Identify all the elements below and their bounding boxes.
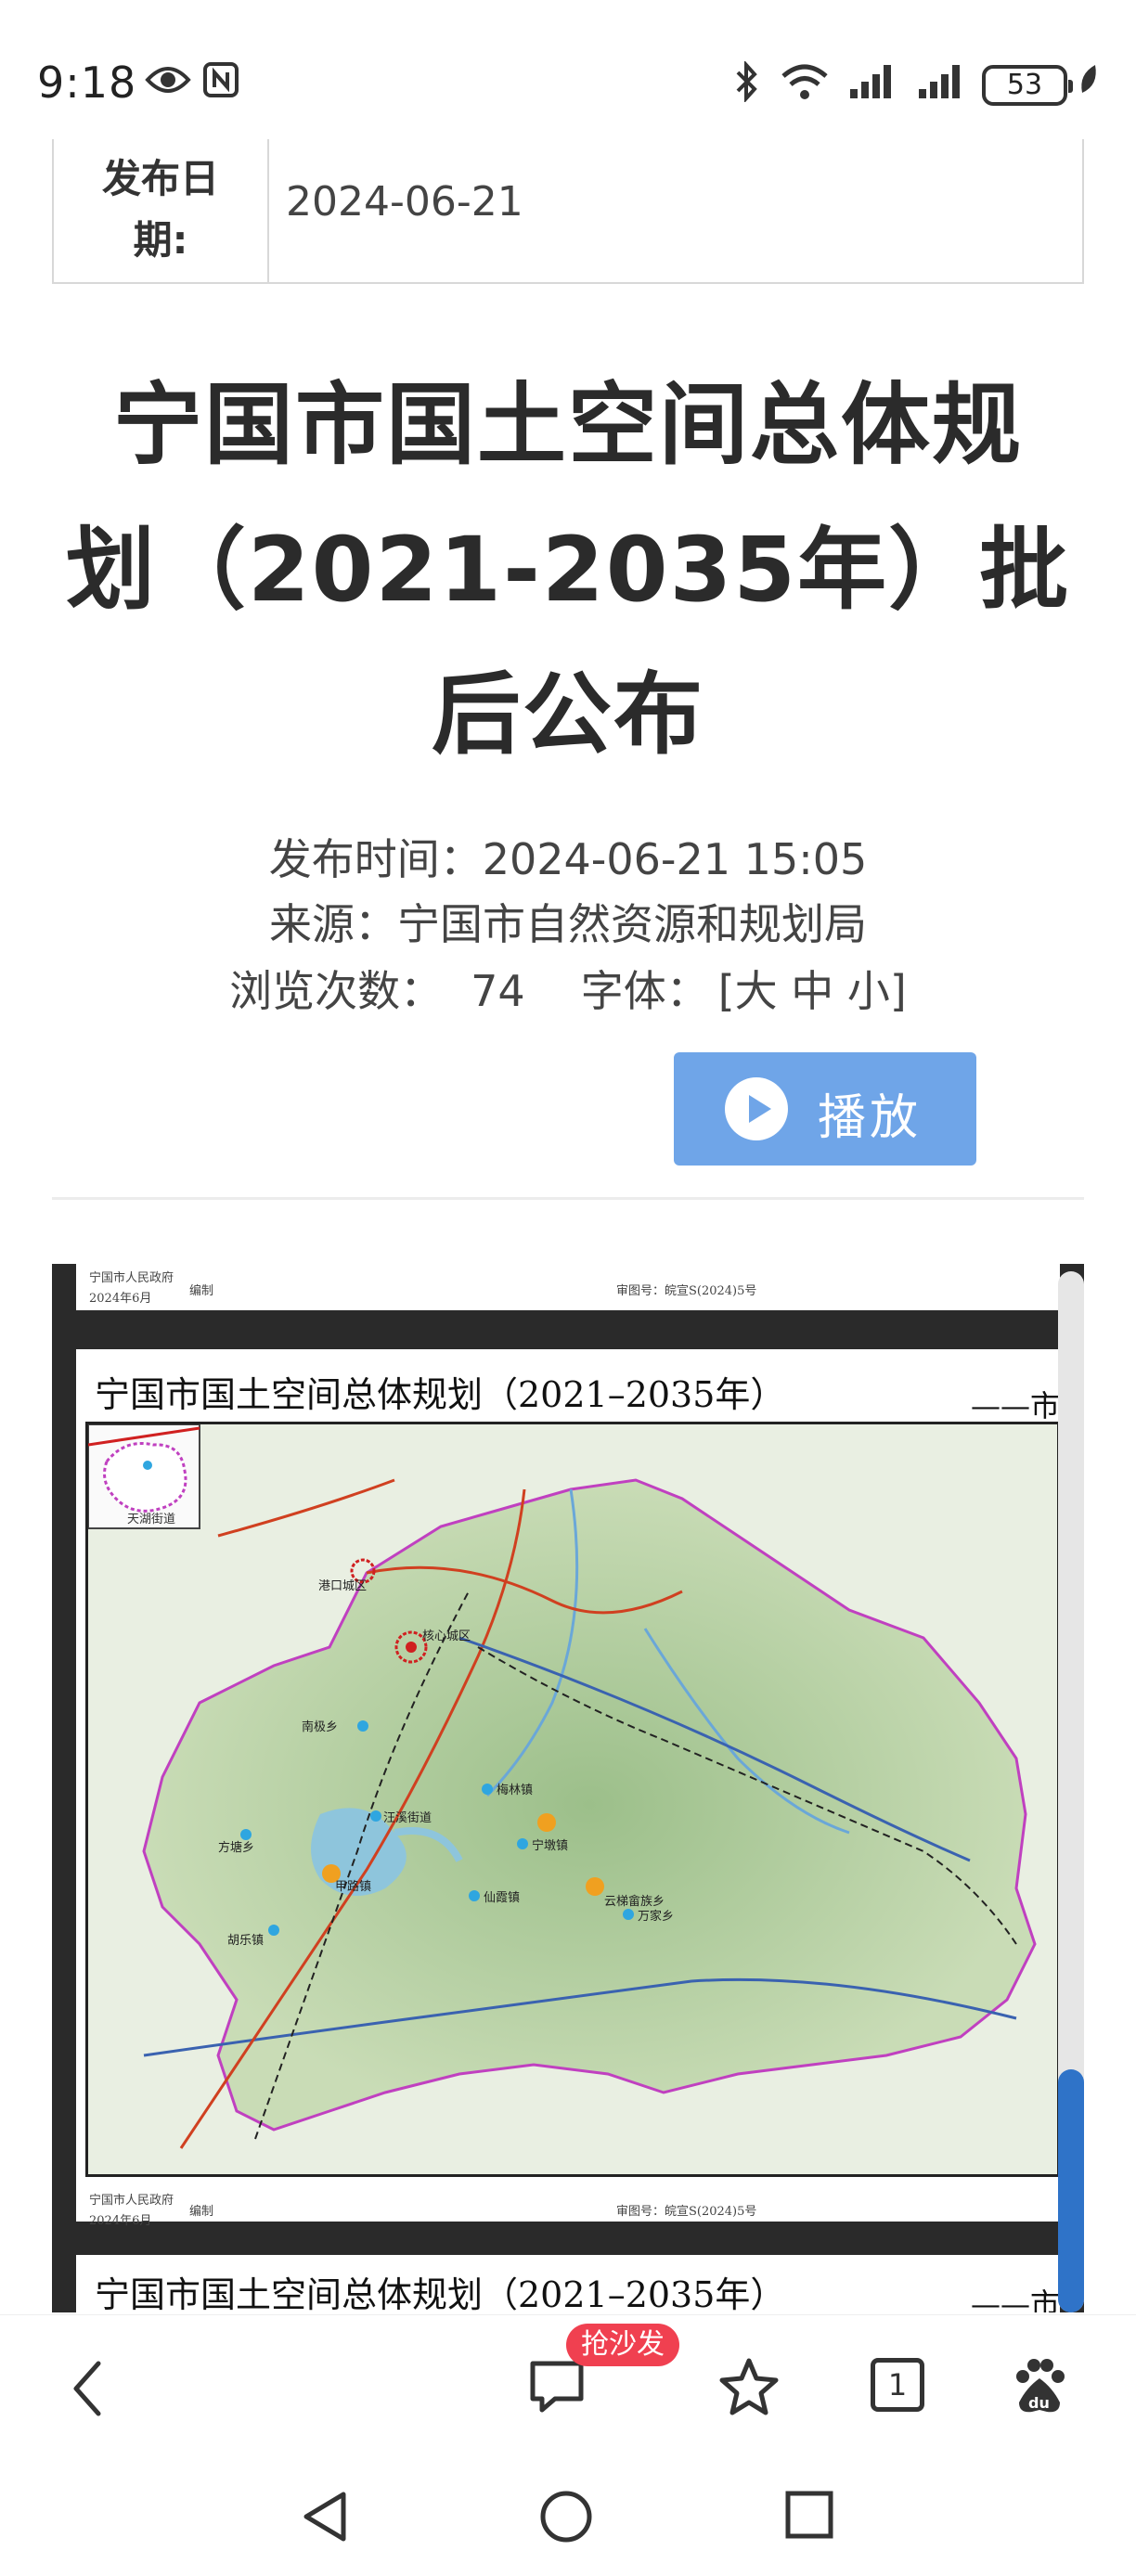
back-icon[interactable] — [65, 2356, 111, 2421]
play-button[interactable]: 播放 — [674, 1052, 976, 1166]
status-bar: 9:18 53 — [0, 0, 1136, 139]
title-line: 划（2021-2035年）批 — [65, 518, 1071, 622]
inset-label: 天湖街道 — [127, 1513, 175, 1526]
source: 来源：宁国市自然资源和规划局 — [269, 899, 867, 949]
divider — [52, 1197, 1084, 1200]
map-label: 云梯畲族乡 — [604, 1894, 665, 1909]
nav-back-icon[interactable] — [299, 2489, 351, 2544]
baidu-paw-icon[interactable]: du — [1010, 2356, 1069, 2417]
image-scrollbar[interactable] — [1058, 1271, 1084, 2312]
map-image[interactable]: 宁国市人民政府 2024年6月 编制 审图号：皖宣S(2024)5号 宁国市国土… — [52, 1264, 1084, 2312]
publish-date-value: 2024-06-21 — [286, 178, 523, 225]
play-icon — [725, 1077, 788, 1140]
svg-text:du: du — [1028, 2394, 1050, 2412]
page-title: 宁国市国土空间总体规 划（2021-2035年）批 后公布 — [37, 353, 1099, 787]
map-label: 宁墩镇 — [532, 1838, 568, 1853]
comment-icon[interactable] — [527, 2356, 587, 2417]
map-sheet-2: 宁国市国土空间总体规划（2021–2035年） ——市 — [76, 2255, 1060, 2312]
leaf-icon — [1081, 65, 1096, 93]
map-drawing: 天湖街道 港口城区 核心城区 梅林镇 汪溪街道 宁墩镇 甲路镇 仙霞镇 万家乡 … — [88, 1424, 1057, 2174]
map-label: 港口城区 — [318, 1579, 367, 1593]
comment-badge[interactable]: 抢沙发 — [566, 2324, 679, 2366]
signal-icon — [919, 65, 960, 98]
map-sheet-header: 宁国市人民政府 2024年6月 编制 审图号：皖宣S(2024)5号 — [76, 1264, 1060, 1310]
play-label: 播放 — [818, 1090, 923, 1146]
map-label: 汪溪街道 — [383, 1811, 432, 1825]
title-line: 后公布 — [432, 663, 704, 766]
map-footer-org: 宁国市人民政府 — [89, 2194, 174, 2208]
map-title-2-right: ——市 — [970, 2286, 1060, 2312]
map-label: 核心城区 — [422, 1629, 471, 1643]
system-nav-bar — [0, 2455, 1136, 2576]
tab-count: 1 — [887, 2367, 908, 2402]
map-label: 万家乡 — [638, 1909, 674, 1924]
map-label: 方塘乡 — [218, 1840, 254, 1855]
title-line: 宁国市国土空间总体规 — [113, 373, 1023, 477]
nav-home-icon[interactable] — [538, 2489, 594, 2544]
wifi-icon — [781, 64, 828, 99]
map-footer-date: 2024年6月 — [89, 2214, 152, 2228]
clock: 9:18 — [37, 58, 137, 108]
map-label: 梅林镇 — [497, 1784, 533, 1797]
font-label: 字体： — [580, 966, 709, 1016]
scroll-thumb[interactable] — [1058, 2069, 1084, 2312]
map-title-2: 宁国市国土空间总体规划（2021–2035年） — [95, 2274, 786, 2312]
battery-icon: 53 — [982, 65, 1073, 106]
map-sheet: 宁国市国土空间总体规划（2021–2035年） ——市 天湖街道 港口城区 核心… — [76, 1349, 1060, 2228]
map-date: 2024年6月 — [89, 1292, 152, 1306]
map-label: 南极乡 — [302, 1719, 338, 1734]
meta-views-font: 浏览次数： 74 字体： [大 中 小] — [0, 958, 1136, 1019]
map-footer-compiled: 编制 — [189, 2205, 214, 2219]
star-icon[interactable] — [718, 2356, 780, 2417]
map-compiled: 编制 — [189, 1284, 214, 1298]
font-size-options[interactable]: [大 中 小] — [718, 966, 907, 1016]
map-title-right: ——市 — [970, 1388, 1060, 1423]
map-org: 宁国市人民政府 — [89, 1271, 174, 1285]
battery-level: 53 — [1006, 69, 1043, 101]
map-canvas: 天湖街道 港口城区 核心城区 梅林镇 汪溪街道 宁墩镇 甲路镇 仙霞镇 万家乡 … — [85, 1422, 1060, 2177]
map-label: 胡乐镇 — [227, 1934, 264, 1948]
info-table: 发布日期: 2024-06-21 — [52, 139, 1084, 284]
nfc-icon — [203, 62, 239, 97]
signal-icon — [850, 65, 891, 98]
views-label: 浏览次数： — [229, 966, 444, 1016]
map-label: 甲路镇 — [335, 1879, 371, 1894]
bluetooth-icon — [736, 61, 757, 102]
publish-date-label: 发布日期: — [54, 139, 269, 282]
publish-time: 发布时间：2024-06-21 15:05 — [268, 834, 868, 884]
map-footer-approval-no: 审图号：皖宣S(2024)5号 — [616, 2205, 757, 2219]
views-count: 74 — [471, 966, 525, 1016]
map-label: 仙霞镇 — [484, 1891, 520, 1905]
map-title: 宁国市国土空间总体规划（2021–2035年） — [95, 1374, 786, 1415]
map-approval-no: 审图号：皖宣S(2024)5号 — [616, 1284, 757, 1298]
eye-icon — [145, 67, 191, 93]
nav-recents-icon[interactable] — [783, 2489, 835, 2541]
tabs-button[interactable]: 1 — [871, 2358, 924, 2412]
